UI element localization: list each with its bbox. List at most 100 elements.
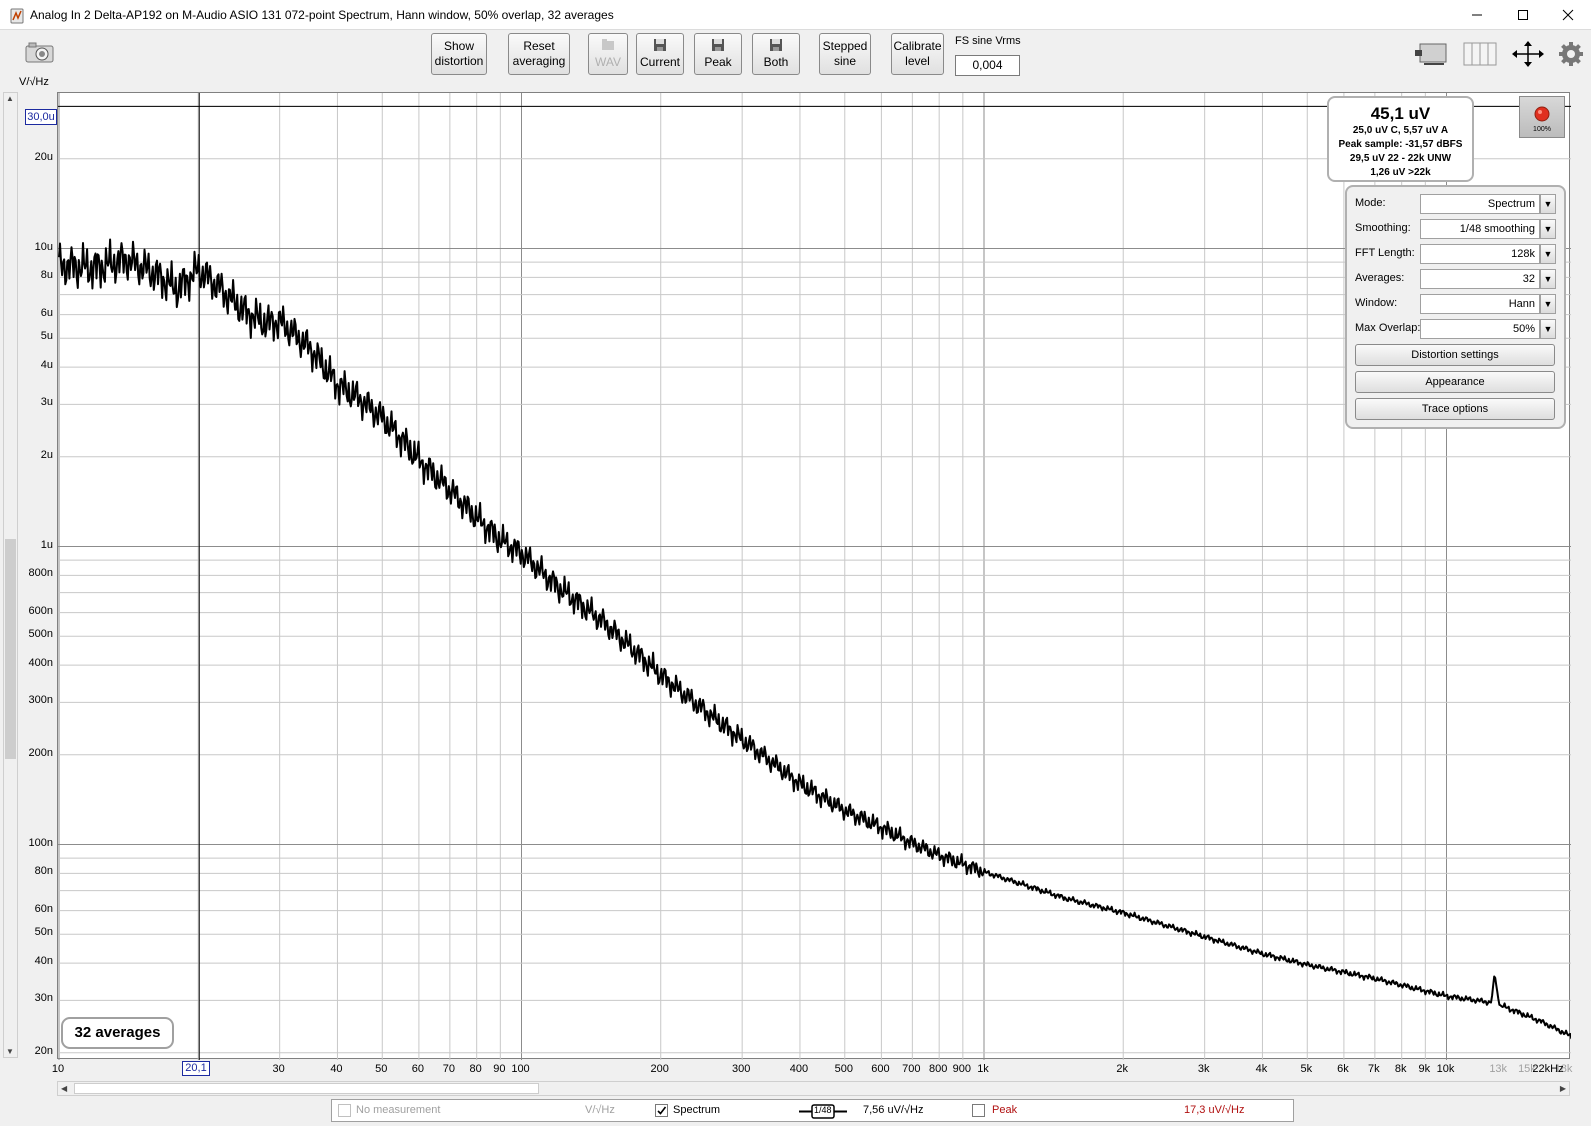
chevron-down-icon[interactable]: ▼	[1540, 269, 1556, 289]
both-label: Both	[763, 55, 789, 69]
calibrate-level-label: Calibrate level	[893, 39, 942, 68]
readout-above-22k: 1,26 uV >22k	[1370, 167, 1431, 178]
reset-averaging-button[interactable]: Reset averaging	[508, 33, 570, 75]
smoothing-label: Smoothing:	[1355, 222, 1411, 234]
fs-sine-vrms-label: FS sine Vrms	[955, 35, 1021, 47]
mode-select[interactable]: Spectrum	[1420, 194, 1540, 214]
chevron-down-icon[interactable]: ▼	[1540, 244, 1556, 264]
scroll-left-icon[interactable]: ◀	[61, 1084, 67, 1093]
level-readout-panel: 45,1 uV 25,0 uV C, 5,57 uV A Peak sample…	[1327, 96, 1474, 182]
y-cursor-readout[interactable]: 30,0u	[25, 109, 57, 125]
appearance-button[interactable]: Appearance	[1355, 371, 1555, 393]
show-distortion-button[interactable]: Show distortion	[431, 33, 487, 75]
y-tick-label: 50n	[34, 926, 53, 939]
minimize-button[interactable]	[1454, 0, 1500, 30]
fft-length-select[interactable]: 128k	[1420, 244, 1540, 264]
peak-label: Peak	[704, 55, 732, 69]
vertical-scrollbar[interactable]: ▲ ▼	[3, 92, 18, 1058]
title-bar: Analog In 2 Delta-AP192 on M-Audio ASIO …	[0, 0, 1591, 30]
spectrum-plot[interactable]	[57, 92, 1571, 1060]
x-tick-label: 6k	[1337, 1063, 1349, 1075]
readout-weighted: 25,0 uV C, 5,57 uV A	[1352, 125, 1449, 136]
chevron-down-icon[interactable]: ▼	[1540, 294, 1556, 314]
smoothing-row: Smoothing: 1/48 smoothing ▼	[1355, 219, 1559, 239]
y-tick-label: 6u	[40, 306, 53, 319]
y-tick-label: 300n	[28, 694, 53, 707]
show-distortion-label: Show distortion	[434, 39, 484, 68]
averages-select[interactable]: 32	[1420, 269, 1540, 289]
peak-value: 17,3 uV/√Hz	[1184, 1104, 1245, 1116]
window-row: Window: Hann ▼	[1355, 294, 1559, 314]
x-tick-label: 900	[952, 1063, 972, 1075]
y-tick-label: 3u	[40, 396, 53, 409]
minimize-icon	[1472, 14, 1482, 16]
y-tick-label: 10u	[34, 240, 53, 253]
readout-unweighted: 29,5 uV 22 - 22k UNW	[1349, 153, 1452, 164]
horizontal-scroll-thumb[interactable]	[74, 1083, 539, 1094]
y-tick-label: 500n	[28, 628, 53, 641]
x-cursor-readout[interactable]: 20,1	[182, 1061, 210, 1076]
x-tick-label: 7k	[1368, 1063, 1380, 1075]
peak-legend-label: Peak	[992, 1104, 1018, 1116]
x-tick-label: 70	[442, 1063, 455, 1075]
move-arrows-icon[interactable]	[1510, 40, 1546, 68]
x-tick-label: 5k	[1300, 1063, 1313, 1075]
x-tick-label: 60	[411, 1063, 425, 1075]
gear-icon[interactable]	[1558, 41, 1584, 67]
no-measurement-checkbox[interactable]	[338, 1104, 351, 1117]
distortion-settings-button[interactable]: Distortion settings	[1355, 344, 1555, 366]
chevron-down-icon[interactable]: ▼	[1540, 319, 1556, 339]
x-tick-label: 50	[375, 1063, 388, 1075]
layout-panel-icon[interactable]	[1414, 40, 1450, 68]
camera-icon[interactable]	[25, 42, 55, 64]
scroll-right-icon[interactable]: ▶	[1560, 1084, 1566, 1093]
save-icon	[770, 39, 782, 51]
y-tick-label: 1u	[40, 538, 53, 551]
readout-main-value: 45,1 uV	[1370, 104, 1431, 123]
save-peak-button[interactable]: Peak	[694, 33, 742, 75]
maximize-icon	[1518, 10, 1528, 20]
save-current-button[interactable]: Current	[636, 33, 684, 75]
y-tick-label: 40n	[34, 955, 53, 968]
spectrum-smoothing-label: 1/48	[814, 1105, 832, 1115]
maximize-button[interactable]	[1500, 0, 1546, 30]
trace-options-button[interactable]: Trace options	[1355, 398, 1555, 420]
x-tick-label: 400	[789, 1063, 809, 1075]
y-tick-label: 5u	[40, 330, 53, 343]
scroll-down-icon[interactable]: ▼	[6, 1047, 14, 1056]
y-tick-label: 80n	[34, 865, 53, 878]
max-overlap-row: Max Overlap: 50% ▼	[1355, 319, 1559, 339]
scroll-up-icon[interactable]: ▲	[6, 94, 14, 103]
chevron-down-icon[interactable]: ▼	[1540, 194, 1556, 214]
y-tick-label: 60n	[34, 902, 53, 915]
y-unit-label: V/√Hz	[19, 76, 49, 88]
save-both-button[interactable]: Both	[752, 33, 800, 75]
calibrate-level-button[interactable]: Calibrate level	[891, 33, 944, 75]
x-tick-label: 2k	[1116, 1063, 1129, 1075]
fft-length-row: FFT Length: 128k ▼	[1355, 244, 1559, 264]
no-measurement-label: No measurement	[356, 1104, 441, 1116]
stepped-sine-label: Stepped sine	[822, 39, 868, 68]
smoothing-select[interactable]: 1/48 smoothing	[1420, 219, 1540, 239]
fs-sine-vrms-input[interactable]: 0,004	[955, 55, 1020, 76]
window-select[interactable]: Hann	[1420, 294, 1540, 314]
x-tick-label: 80	[469, 1063, 482, 1075]
mode-label: Mode:	[1355, 197, 1386, 209]
current-label: Current	[639, 55, 680, 69]
stepped-sine-button[interactable]: Stepped sine	[819, 33, 871, 75]
x-tick-label: 700	[902, 1063, 921, 1075]
peak-checkbox[interactable]	[972, 1104, 985, 1117]
columns-icon[interactable]	[1462, 40, 1498, 68]
averages-badge: 32 averages	[61, 1017, 174, 1049]
vertical-scroll-thumb[interactable]	[5, 539, 16, 759]
horizontal-scrollbar[interactable]: ◀ ▶	[57, 1081, 1570, 1096]
record-button[interactable]: 100%	[1519, 96, 1565, 138]
close-button[interactable]	[1545, 0, 1591, 30]
wav-button[interactable]: WAV	[588, 33, 628, 75]
max-overlap-select[interactable]: 50%	[1420, 319, 1540, 339]
chevron-down-icon[interactable]: ▼	[1540, 219, 1556, 239]
record-level-label: 100%	[1533, 126, 1551, 133]
spectrum-checkbox[interactable]	[655, 1104, 668, 1117]
x-tick-label: 10	[51, 1063, 65, 1075]
y-tick-label: 600n	[28, 604, 53, 617]
